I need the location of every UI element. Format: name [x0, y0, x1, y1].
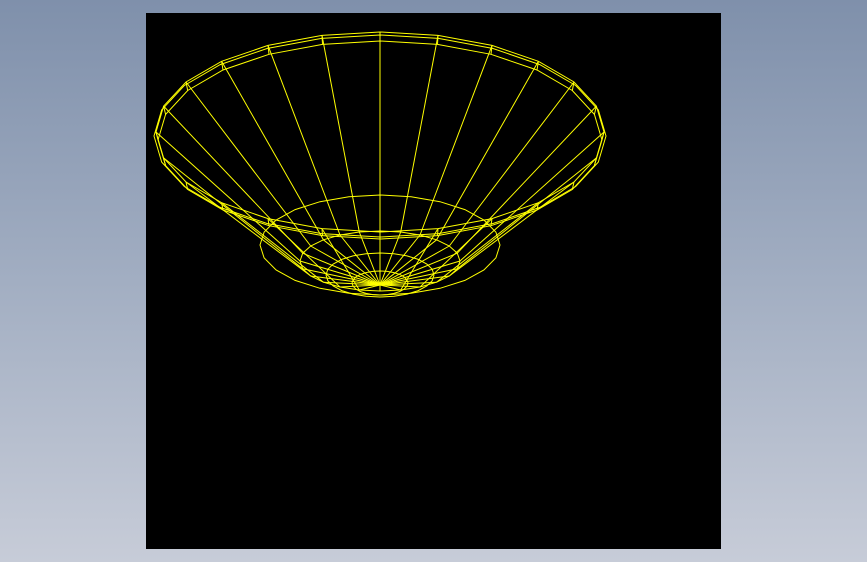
bowl-wall-generator-line	[185, 81, 312, 247]
bowl-base-spoke-line	[310, 245, 381, 286]
bowl-rim-connector-line	[321, 228, 323, 236]
bowl-wall-generator-line	[163, 157, 304, 270]
wireframe-lines	[153, 31, 607, 298]
bowl-wall-generator-line	[456, 157, 597, 270]
bowl-rim-connector-line	[321, 35, 323, 45]
bowl-rim-connector-line	[437, 228, 439, 236]
bowl-base-spoke-line	[379, 245, 450, 286]
bowl-wall-generator-line	[459, 131, 605, 262]
bowl-wall-generator-line	[155, 131, 301, 262]
3d-viewport[interactable]	[146, 13, 721, 549]
bowl-wireframe-model	[153, 31, 607, 298]
bowl-wall-generator-line	[448, 81, 575, 247]
bowl-rim-connector-line	[437, 35, 439, 45]
